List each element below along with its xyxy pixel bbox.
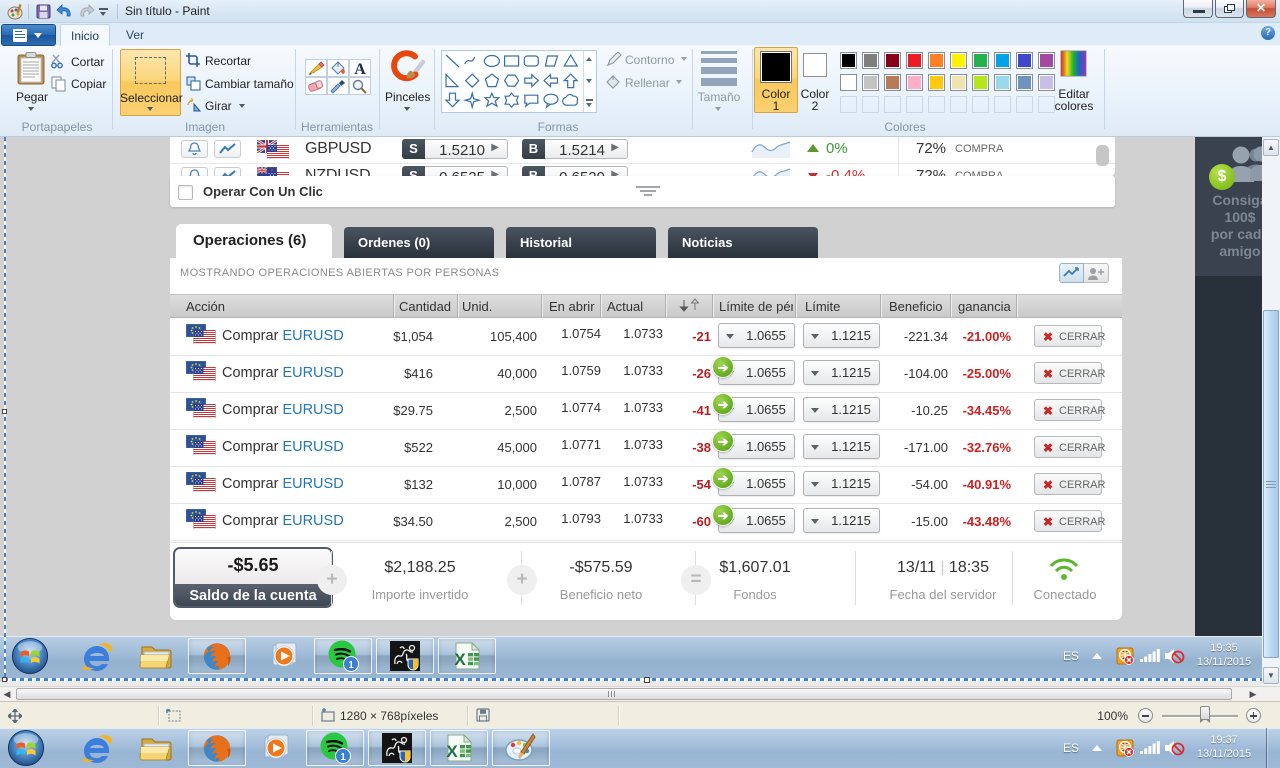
svg-text:X: X xyxy=(454,650,466,669)
svg-text:X: X xyxy=(446,742,458,761)
svg-text:1: 1 xyxy=(348,660,354,671)
svg-text:1: 1 xyxy=(340,752,346,763)
svg-text:A: A xyxy=(354,61,366,76)
